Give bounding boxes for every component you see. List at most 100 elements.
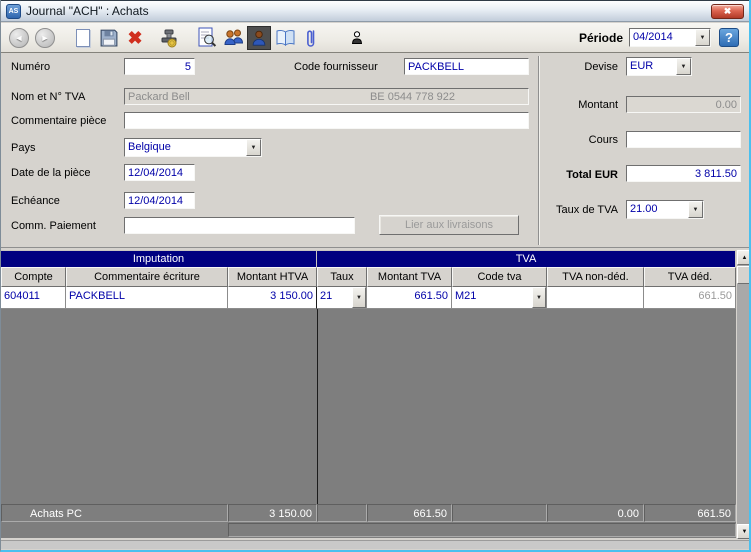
cell-montant-htva[interactable]: 3 150.00 [228, 287, 317, 309]
payment-icon [161, 29, 177, 47]
col-tva-ded: TVA déd. [644, 267, 736, 287]
taux-tva-select[interactable]: 21.00 ▼ [626, 200, 704, 219]
montant-label: Montant [578, 99, 618, 111]
chevron-down-icon[interactable]: ▼ [352, 287, 366, 308]
payment-button[interactable] [157, 26, 181, 50]
toolbar: ◄ ► ✖ Période 04/2014 ▼ ? [1, 23, 749, 53]
cell-code-tva-select[interactable]: M21 ▼ [452, 287, 547, 309]
echeance-input[interactable] [124, 192, 195, 209]
nom-tva-label: Nom et N° TVA [11, 91, 86, 103]
total-eur-input [626, 165, 741, 182]
new-document-button[interactable] [71, 26, 95, 50]
cell-taux-select[interactable]: 21 ▼ [317, 287, 367, 309]
scrollbar-thumb[interactable] [737, 266, 749, 284]
chevron-down-icon[interactable]: ▼ [532, 287, 546, 308]
chevron-down-icon[interactable]: ▼ [676, 58, 691, 75]
code-tva-cell-value: M21 [455, 290, 477, 302]
col-montant-tva: Montant TVA [367, 267, 452, 287]
cell-commentaire[interactable]: PACKBELL [66, 287, 228, 309]
scroll-up-icon: ▲ [741, 254, 748, 261]
taux-cell-value: 21 [320, 290, 333, 302]
group-imputation: Imputation [1, 250, 317, 267]
echeance-label: Echéance [11, 195, 60, 207]
group-tva: TVA [317, 250, 736, 267]
cell-tva-non-ded[interactable] [547, 287, 644, 309]
col-taux: Taux [317, 267, 367, 287]
period-group: Période 04/2014 ▼ ? [579, 28, 743, 47]
vertical-scrollbar[interactable]: ▲ ▼ [737, 250, 749, 539]
scroll-down-button[interactable]: ▼ [737, 524, 749, 539]
date-piece-label: Date de la pièce [11, 167, 91, 179]
scroll-up-button[interactable]: ▲ [737, 250, 749, 265]
code-fournisseur-label: Code fournisseur [294, 61, 378, 73]
chevron-down-icon[interactable]: ▼ [246, 139, 261, 156]
title-bar: AS Journal "ACH" : Achats ✖ [1, 0, 749, 22]
preview-button[interactable] [195, 26, 219, 50]
period-select[interactable]: 04/2014 ▼ [629, 28, 711, 47]
cours-input[interactable] [626, 131, 741, 148]
devise-label: Devise [584, 61, 618, 73]
col-tva-non-ded: TVA non-déd. [547, 267, 644, 287]
attachment-button[interactable] [299, 26, 323, 50]
summary-tva-ded: 661.50 [644, 504, 736, 522]
col-commentaire: Commentaire écriture [66, 267, 228, 287]
nom-value: Packard Bell [128, 90, 190, 103]
chevron-down-icon[interactable]: ▼ [695, 29, 710, 46]
col-code-tva: Code tva [452, 267, 547, 287]
close-button[interactable]: ✖ [711, 3, 744, 19]
preview-icon [198, 27, 217, 47]
status-strip [1, 540, 749, 549]
numero-input[interactable] [124, 58, 195, 75]
col-montant-htva: Montant HTVA [228, 267, 317, 287]
comm-paiement-label: Comm. Paiement [11, 220, 96, 232]
journal-window: AS Journal "ACH" : Achats ✖ ◄ ► ✖ Périod… [0, 0, 751, 552]
help-button[interactable]: ? [719, 28, 739, 47]
ledger-button[interactable] [273, 26, 297, 50]
period-value: 04/2014 [633, 31, 673, 43]
window-title: Journal "ACH" : Achats [26, 4, 149, 18]
pays-select[interactable]: Belgique ▼ [124, 138, 262, 157]
save-button[interactable] [97, 26, 121, 50]
chevron-down-icon[interactable]: ▼ [688, 201, 703, 218]
cell-tva-ded: 661.50 [644, 287, 736, 309]
supplier-button[interactable] [247, 25, 271, 50]
group-divider-line [317, 309, 318, 504]
back-icon: ◄ [9, 27, 29, 48]
person-small-icon [351, 31, 363, 44]
taux-tva-value: 21.00 [630, 203, 658, 215]
app-icon: AS [6, 3, 21, 19]
back-button[interactable]: ◄ [7, 26, 31, 50]
col-compte: Compte [1, 267, 66, 287]
book-icon [276, 29, 294, 46]
commentaire-piece-input[interactable] [124, 112, 529, 129]
commentaire-piece-label: Commentaire pièce [11, 115, 107, 127]
attachment-icon [307, 29, 315, 47]
forward-button[interactable]: ► [33, 26, 57, 50]
montant-input [626, 96, 741, 113]
cell-montant-tva[interactable]: 661.50 [367, 287, 452, 309]
save-icon [100, 29, 118, 46]
user-icon [247, 25, 271, 50]
tva-number-value: BE 0544 778 922 [369, 90, 455, 103]
delete-button[interactable]: ✖ [123, 26, 147, 50]
delete-icon: ✖ [127, 27, 143, 48]
period-label: Période [578, 30, 623, 45]
cours-label: Cours [588, 134, 618, 146]
cell-compte[interactable]: 604011 [1, 287, 66, 309]
column-header-row: Compte Commentaire écriture Montant HTVA… [1, 267, 736, 287]
summary-row: Achats PC 3 150.00 661.50 0.00 661.50 [1, 504, 736, 522]
date-piece-input[interactable] [124, 164, 195, 181]
close-icon: ✖ [723, 5, 732, 16]
contacts-icon [223, 29, 243, 45]
summary-code-empty [452, 504, 547, 522]
person-small-button[interactable] [345, 26, 369, 50]
help-icon: ? [725, 30, 733, 45]
devise-select[interactable]: EUR ▼ [626, 57, 692, 76]
summary-taux-empty [317, 504, 367, 522]
new-document-icon [76, 28, 90, 47]
comm-paiement-input[interactable] [124, 217, 355, 234]
group-header-row: Imputation TVA [1, 250, 736, 267]
form-divider [538, 56, 539, 245]
pays-label: Pays [11, 142, 36, 154]
contacts-button[interactable] [221, 26, 245, 50]
